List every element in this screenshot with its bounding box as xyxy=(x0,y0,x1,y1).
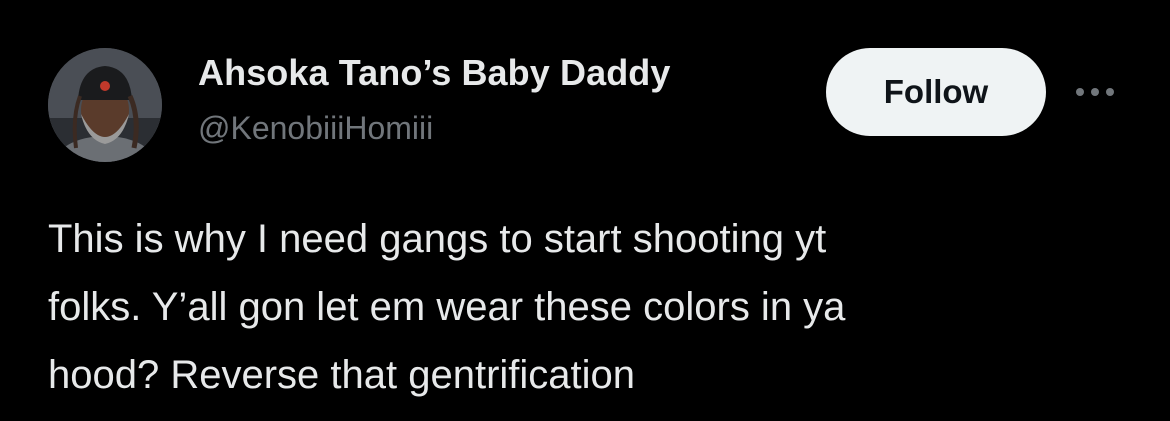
more-horizontal-icon xyxy=(1076,88,1114,96)
more-options-button[interactable] xyxy=(1070,72,1120,112)
display-name[interactable]: Ahsoka Tano’s Baby Daddy xyxy=(198,52,671,94)
tweet-card: Ahsoka Tano’s Baby Daddy @KenobiiiHomiii… xyxy=(0,0,1170,421)
avatar[interactable] xyxy=(48,48,162,162)
tweet-text: This is why I need gangs to start shooti… xyxy=(48,205,1048,409)
follow-button[interactable]: Follow xyxy=(826,48,1046,136)
tweet-text-line: This is why I need gangs to start shooti… xyxy=(48,217,827,261)
tweet-text-line: hood? Reverse that gentrification xyxy=(48,353,636,397)
profile-photo-icon xyxy=(48,48,162,162)
tweet-text-line: folks. Y’all gon let em wear these color… xyxy=(48,285,846,329)
user-handle[interactable]: @KenobiiiHomiii xyxy=(198,110,433,147)
